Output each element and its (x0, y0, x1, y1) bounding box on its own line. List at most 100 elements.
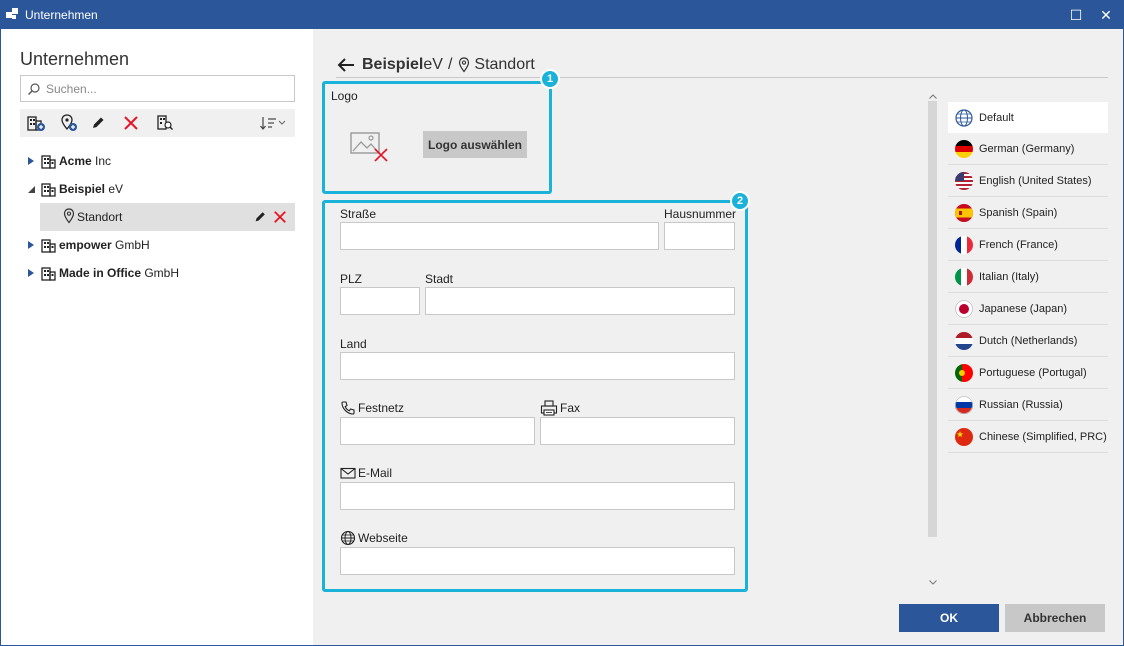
delete-button[interactable] (120, 113, 142, 133)
location-pin-icon (63, 208, 75, 224)
language-item-chinese[interactable]: Chinese (Simplified, PRC) (948, 422, 1108, 453)
flag-it-icon (955, 268, 973, 286)
language-item-english[interactable]: English (United States) (948, 166, 1108, 197)
flag-es-icon (955, 204, 973, 222)
language-item-dutch[interactable]: Dutch (Netherlands) (948, 326, 1108, 357)
fax-input[interactable] (540, 417, 735, 445)
cancel-button[interactable]: Abbrechen (1005, 604, 1105, 632)
language-item-french[interactable]: French (France) (948, 230, 1108, 261)
flag-fr-icon (955, 236, 973, 254)
sidebar-heading: Unternehmen (20, 49, 130, 69)
language-label: Dutch (Netherlands) (979, 335, 1078, 347)
house-number-input[interactable] (664, 222, 735, 250)
main-panel: Beispiel eV / Standort 1 Logo Logo auswä… (314, 29, 1123, 645)
language-item-spanish[interactable]: Spanish (Spain) (948, 198, 1108, 229)
expand-caret-icon[interactable] (26, 240, 36, 250)
add-location-icon (61, 114, 77, 131)
add-location-button[interactable] (58, 113, 80, 133)
tree-item-label: Beispiel eV (59, 182, 124, 196)
choose-logo-button[interactable]: Logo auswählen (423, 131, 527, 158)
phone-input[interactable] (340, 417, 535, 445)
delete-location-button[interactable] (272, 209, 288, 225)
website-label: Webseite (340, 530, 408, 546)
flag-cn-icon (955, 428, 973, 446)
language-item-german[interactable]: German (Germany) (948, 134, 1108, 165)
expand-caret-icon[interactable] (26, 268, 36, 278)
expand-caret-icon[interactable] (26, 156, 36, 166)
tree-item-made-in-office[interactable]: Made in Office GmbH (20, 259, 295, 287)
house-number-label: Hausnummer (664, 207, 737, 221)
delete-icon (274, 211, 286, 223)
search-company-icon (157, 115, 173, 130)
collapse-caret-icon[interactable] (26, 184, 36, 194)
ok-button[interactable]: OK (899, 604, 999, 632)
location-pin-icon (459, 57, 470, 73)
language-label: Portuguese (Portugal) (979, 367, 1087, 379)
dialog-window: Unternehmen ☐ ✕ Unternehmen Suchen... Ac… (0, 0, 1124, 646)
website-input[interactable] (340, 547, 735, 575)
sort-button[interactable] (258, 113, 288, 133)
logo-label: Logo (331, 89, 358, 103)
language-label: English (United States) (979, 175, 1092, 187)
tree-item-acme[interactable]: Acme Inc (20, 147, 295, 175)
globe-icon (340, 530, 356, 546)
breadcrumb-location: Standort (474, 56, 535, 73)
delete-icon (124, 116, 138, 130)
language-label: Spanish (Spain) (979, 207, 1058, 219)
country-input[interactable] (340, 352, 735, 380)
scrollbar-thumb[interactable] (928, 101, 937, 537)
search-company-button[interactable] (154, 113, 176, 133)
scroll-up-button[interactable] (927, 91, 939, 101)
language-label: Chinese (Simplified, PRC) (979, 431, 1107, 443)
flag-de-icon (955, 140, 973, 158)
scroll-down-button[interactable] (927, 577, 939, 587)
breadcrumb-company[interactable]: Beispiel (362, 56, 423, 74)
city-input[interactable] (425, 287, 735, 315)
add-company-icon (27, 116, 45, 131)
street-input[interactable] (340, 222, 659, 250)
language-item-portuguese[interactable]: Portuguese (Portugal) (948, 358, 1108, 389)
building-icon (41, 239, 56, 253)
language-item-italian[interactable]: Italian (Italy) (948, 262, 1108, 293)
sidebar: Unternehmen Suchen... Acme Inc Beispiel … (1, 29, 313, 645)
city-label: Stadt (425, 272, 454, 286)
building-icon (41, 183, 56, 197)
flag-nl-icon (955, 332, 973, 350)
no-image-icon (350, 132, 388, 162)
edit-button[interactable] (87, 113, 109, 133)
zip-input[interactable] (340, 287, 420, 315)
edit-icon (93, 117, 104, 128)
app-icon (6, 8, 18, 19)
fax-icon (540, 400, 558, 416)
title-bar: Unternehmen ☐ ✕ (1, 1, 1123, 29)
tree-item-beispiel[interactable]: Beispiel eV (20, 175, 295, 203)
language-item-japanese[interactable]: Japanese (Japan) (948, 294, 1108, 325)
language-item-default[interactable]: Default (948, 102, 1108, 133)
tree-item-empower[interactable]: empower GmbH (20, 231, 295, 259)
search-box[interactable] (20, 75, 295, 102)
building-icon (41, 267, 56, 281)
maximize-button[interactable]: ☐ (1061, 1, 1091, 29)
language-item-russian[interactable]: Russian (Russia) (948, 390, 1108, 421)
close-window-button[interactable]: ✕ (1091, 1, 1121, 29)
language-label: German (Germany) (979, 143, 1075, 155)
edit-location-button[interactable] (252, 209, 268, 225)
maximize-icon: ☐ (1069, 6, 1083, 23)
close-icon: ✕ (1100, 6, 1112, 23)
sort-icon (260, 117, 286, 130)
back-arrow-icon[interactable] (336, 56, 356, 74)
window-title: Unternehmen (25, 8, 98, 22)
email-label: E-Mail (340, 466, 392, 480)
fax-label: Fax (540, 400, 580, 416)
phone-label: Festnetz (340, 400, 404, 416)
tree-item-standort[interactable]: Standort (40, 203, 295, 231)
tree-item-label: Made in Office GmbH (59, 266, 180, 280)
search-input[interactable] (46, 80, 286, 98)
add-company-button[interactable] (25, 113, 47, 133)
flag-ru-icon (955, 396, 973, 414)
language-label: Default (979, 111, 1014, 124)
language-label: Italian (Italy) (979, 271, 1039, 283)
email-input[interactable] (340, 482, 735, 510)
breadcrumb-separator: / (447, 56, 453, 73)
breadcrumb-company-suffix: eV (423, 56, 443, 73)
